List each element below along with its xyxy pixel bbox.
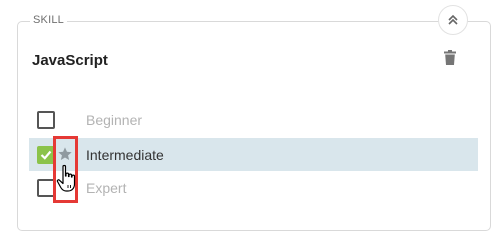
level-label: Intermediate (86, 146, 164, 163)
hand-cursor-icon (56, 164, 82, 199)
collapse-button[interactable] (438, 5, 468, 35)
level-row-intermediate[interactable]: Intermediate (29, 138, 478, 171)
beginner-checkbox[interactable] (37, 110, 55, 129)
checkmark-icon (40, 150, 52, 160)
skill-name: JavaScript (32, 52, 108, 69)
level-row-beginner[interactable]: Beginner (29, 103, 478, 136)
trash-icon (444, 50, 456, 69)
level-label: Beginner (86, 111, 143, 128)
level-row-expert[interactable]: Expert (29, 171, 478, 204)
section-legend: SKILL (30, 14, 67, 26)
chevron-double-up-icon (447, 14, 459, 26)
delete-skill-button[interactable] (444, 50, 456, 70)
level-label: Expert (86, 179, 127, 196)
